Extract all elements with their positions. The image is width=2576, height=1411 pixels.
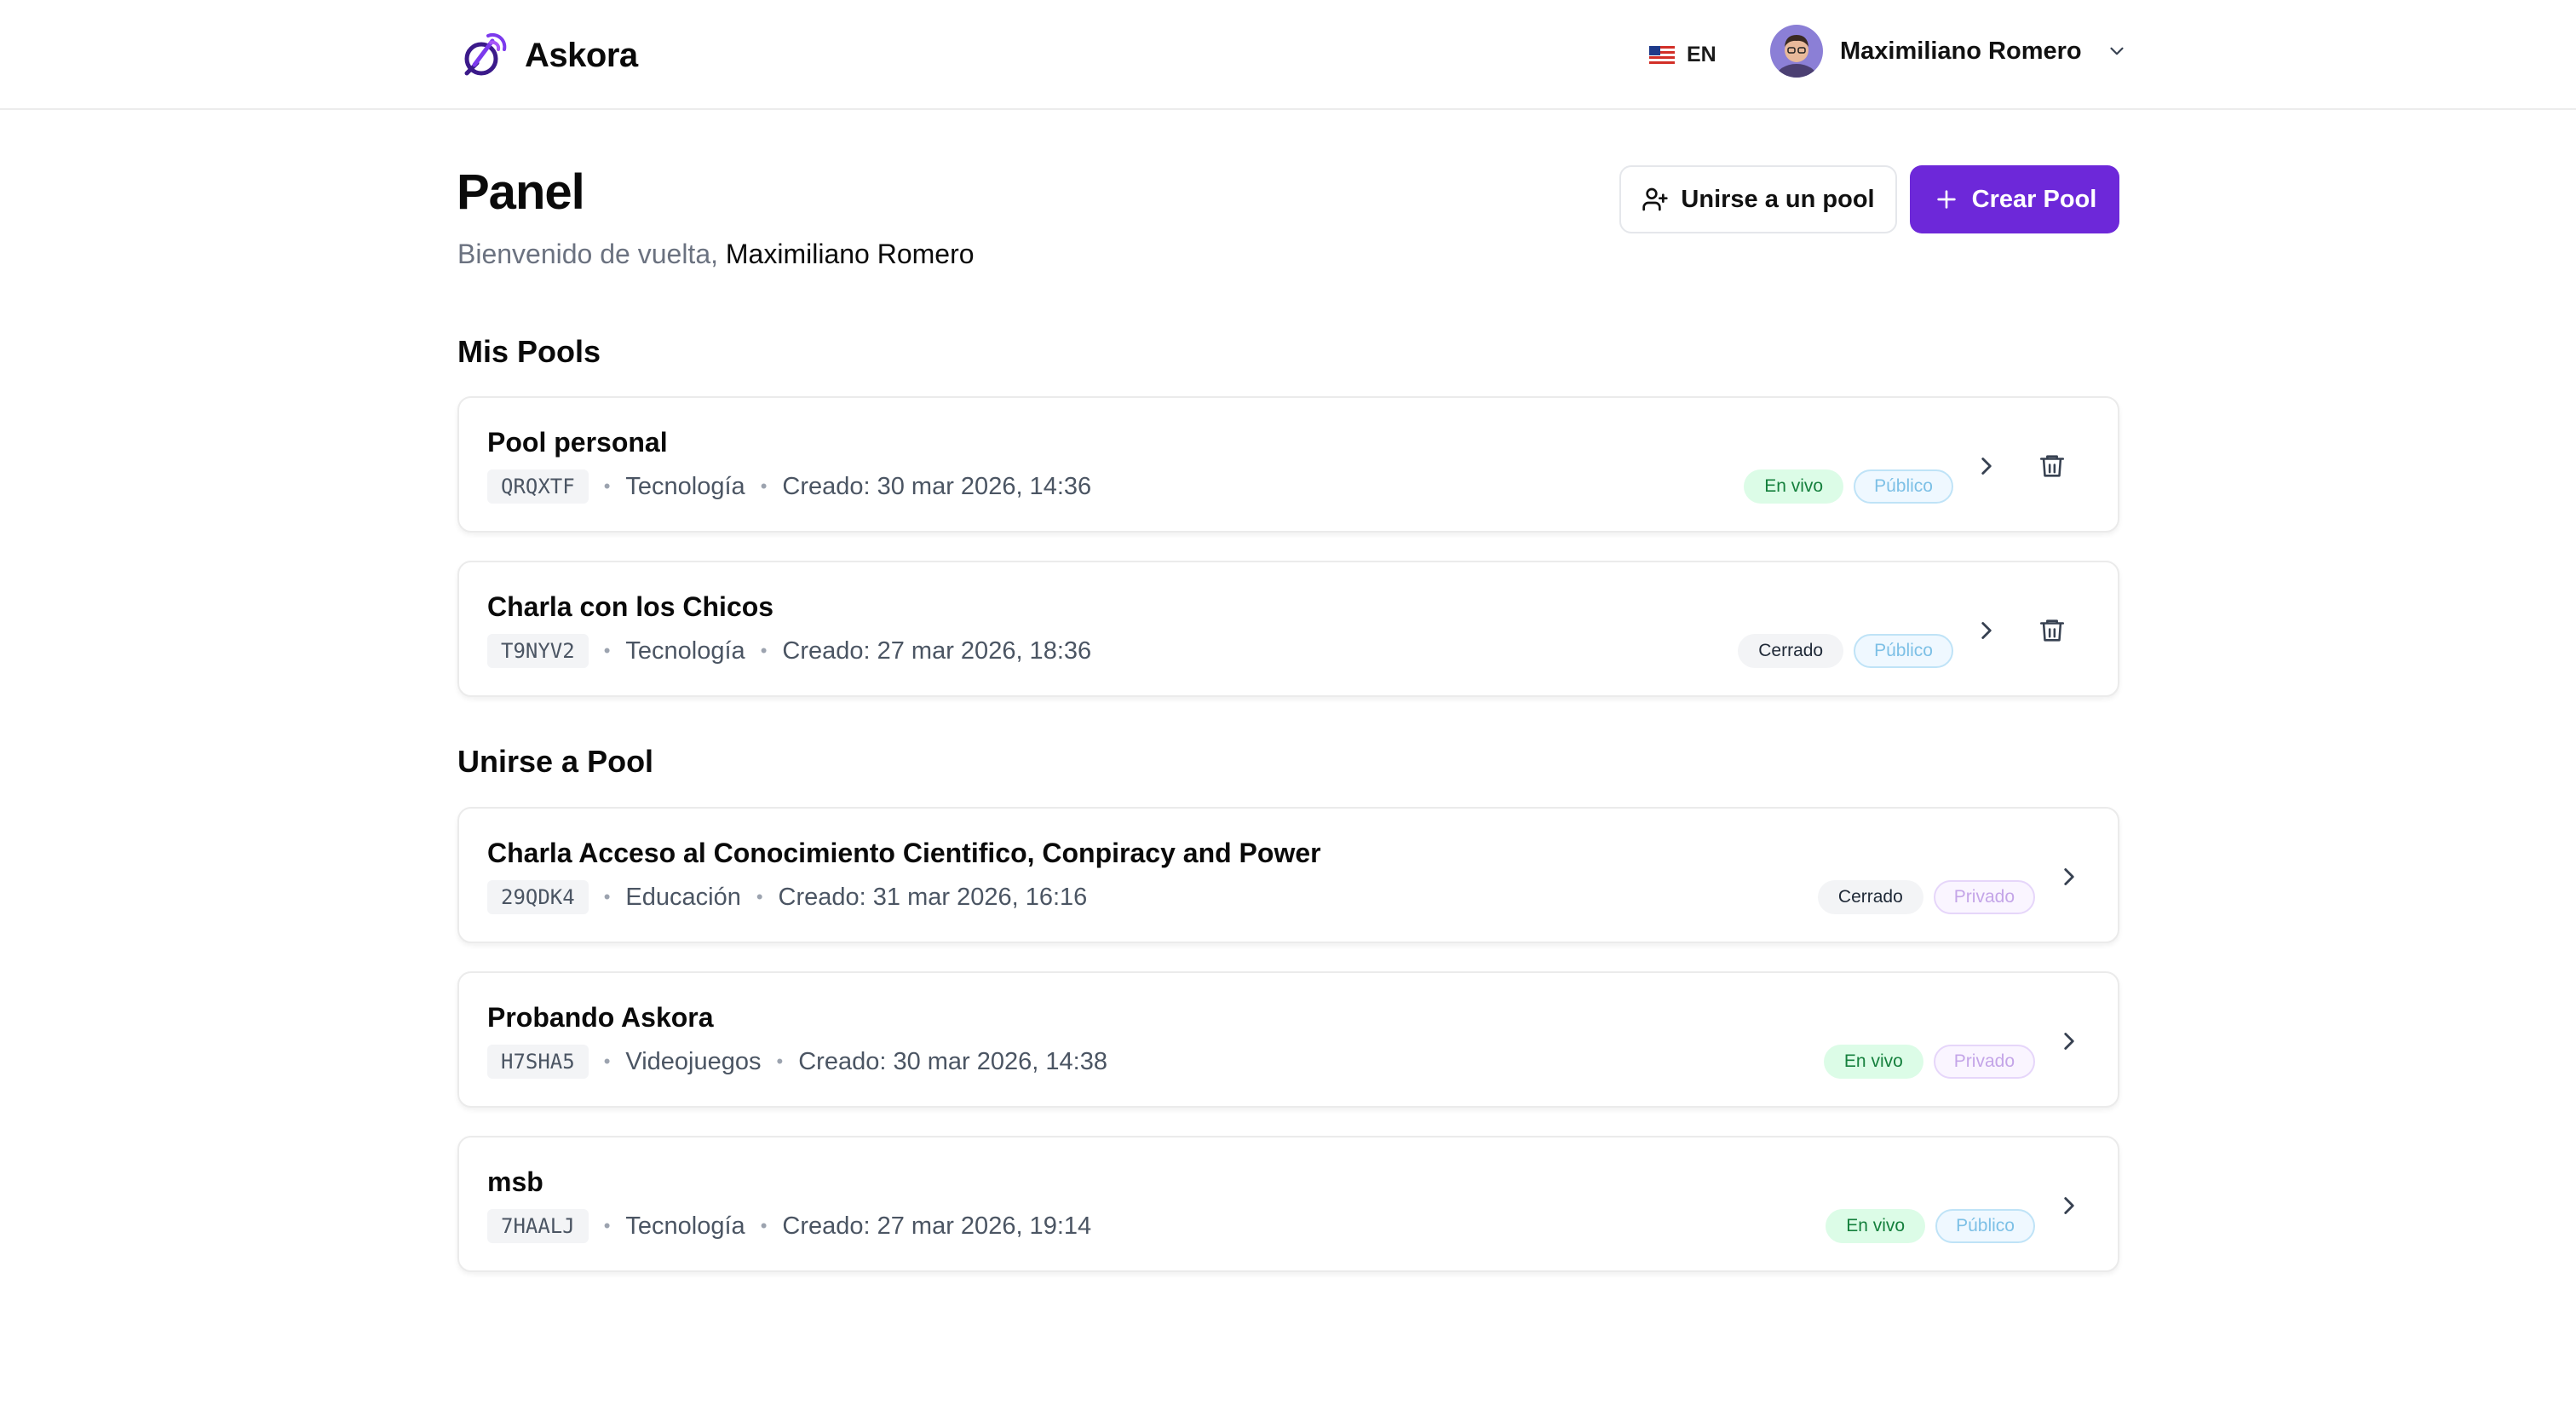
pool-card[interactable]: Charla Acceso al Conocimiento Cientifico…	[457, 807, 2119, 943]
pool-badges: Cerrado Público	[1738, 634, 1953, 668]
status-badge: Cerrado	[1738, 634, 1844, 668]
status-badge: En vivo	[1823, 1045, 1923, 1079]
separator-dot: •	[603, 1051, 611, 1072]
separator-dot: •	[603, 886, 611, 907]
separator-dot: •	[760, 640, 768, 661]
pool-created: Creado: 31 mar 2026, 16:16	[778, 883, 1088, 911]
pool-meta: QRQXTF • Tecnología • Creado: 30 mar 202…	[487, 469, 1091, 504]
pool-category: Tecnología	[625, 472, 745, 500]
pool-meta: T9NYV2 • Tecnología • Creado: 27 mar 202…	[487, 634, 1091, 668]
pool-card[interactable]: Pool personal QRQXTF • Tecnología • Crea…	[457, 396, 2119, 533]
chevron-right-icon	[2064, 1197, 2074, 1214]
pool-name: Probando Askora	[487, 1002, 714, 1033]
open-pool-button[interactable]	[2049, 1021, 2090, 1062]
pool-category: Educación	[625, 883, 741, 911]
avatar	[1770, 25, 1823, 78]
pool-created: Creado: 30 mar 2026, 14:38	[798, 1047, 1107, 1075]
open-pool-button[interactable]	[2049, 856, 2090, 897]
brand-name: Askora	[525, 36, 638, 74]
pool-created: Creado: 27 mar 2026, 18:36	[782, 636, 1092, 665]
visibility-badge: Público	[1854, 469, 1953, 504]
open-pool-button[interactable]	[2049, 1185, 2090, 1226]
pool-badges: Cerrado Privado	[1817, 880, 2035, 914]
separator-dot: •	[603, 475, 611, 497]
trash-icon	[2039, 455, 2065, 477]
join-pools-heading: Unirse a Pool	[457, 744, 654, 779]
pool-name: Pool personal	[487, 427, 668, 458]
user-menu[interactable]: Maximiliano Romero	[1770, 24, 2128, 78]
user-name: Maximiliano Romero	[1840, 37, 2082, 65]
pool-meta: 29QDK4 • Educación • Creado: 31 mar 2026…	[487, 880, 1087, 914]
askora-logo-icon	[464, 32, 507, 76]
pool-code: 7HAALJ	[487, 1209, 589, 1243]
pool-badges: En vivo Público	[1744, 469, 1953, 504]
separator-dot: •	[760, 1215, 768, 1236]
visibility-badge: Privado	[1933, 1045, 2035, 1079]
separator-dot: •	[776, 1051, 784, 1072]
pool-code: T9NYV2	[487, 634, 589, 668]
visibility-badge: Público	[1854, 634, 1953, 668]
pool-created: Creado: 30 mar 2026, 14:36	[782, 472, 1092, 500]
welcome-prefix: Bienvenido de vuelta,	[457, 239, 718, 269]
pool-badges: En vivo Público	[1826, 1209, 2035, 1243]
open-pool-button[interactable]	[1966, 446, 2007, 487]
delete-pool-button[interactable]	[2032, 446, 2073, 487]
status-badge: En vivo	[1826, 1209, 1926, 1243]
pool-name: Charla con los Chicos	[487, 591, 774, 622]
chevron-right-icon	[1981, 622, 1992, 639]
user-plus-icon	[1642, 187, 1669, 211]
join-pool-button-label: Unirse a un pool	[1681, 185, 1875, 213]
pool-created: Creado: 27 mar 2026, 19:14	[782, 1212, 1092, 1240]
join-pool-button[interactable]: Unirse a un pool	[1619, 165, 1897, 233]
visibility-badge: Privado	[1933, 880, 2035, 914]
plus-icon	[1936, 190, 1956, 209]
pool-name: Charla Acceso al Conocimiento Cientifico…	[487, 838, 1321, 868]
separator-dot: •	[760, 475, 768, 497]
page-title: Panel	[457, 164, 585, 220]
create-pool-button-label: Crear Pool	[1971, 185, 2097, 213]
pool-category: Tecnología	[625, 1212, 745, 1240]
pool-card[interactable]: Probando Askora H7SHA5 • Videojuegos • C…	[457, 971, 2119, 1108]
delete-pool-button[interactable]	[2032, 610, 2073, 651]
separator-dot: •	[756, 886, 763, 907]
language-selector[interactable]: EN	[1649, 37, 1716, 72]
status-badge: Cerrado	[1817, 880, 1923, 914]
trash-icon	[2039, 619, 2065, 642]
status-badge: En vivo	[1744, 469, 1844, 504]
pool-meta: 7HAALJ • Tecnología • Creado: 27 mar 202…	[487, 1209, 1091, 1243]
welcome-user-name: Maximiliano Romero	[725, 239, 975, 269]
my-pools-heading: Mis Pools	[457, 334, 601, 369]
language-code: EN	[1687, 42, 1716, 66]
create-pool-button[interactable]: Crear Pool	[1910, 165, 2119, 233]
top-navigation-bar: Askora EN Maximiliano Romero	[0, 0, 2576, 110]
chevron-down-icon	[2110, 47, 2124, 55]
pool-card[interactable]: Charla con los Chicos T9NYV2 • Tecnologí…	[457, 561, 2119, 697]
chevron-right-icon	[1981, 458, 1992, 475]
pool-badges: En vivo Privado	[1823, 1045, 2035, 1079]
pool-category: Videojuegos	[625, 1047, 762, 1075]
separator-dot: •	[603, 640, 611, 661]
pool-meta: H7SHA5 • Videojuegos • Creado: 30 mar 20…	[487, 1045, 1107, 1079]
pool-name: msb	[487, 1166, 543, 1197]
pool-code: 29QDK4	[487, 880, 589, 914]
separator-dot: •	[603, 1215, 611, 1236]
chevron-right-icon	[2064, 868, 2074, 885]
pool-card[interactable]: msb 7HAALJ • Tecnología • Creado: 27 mar…	[457, 1136, 2119, 1272]
brand[interactable]: Askora	[460, 29, 638, 82]
visibility-badge: Público	[1935, 1209, 2035, 1243]
open-pool-button[interactable]	[1966, 610, 2007, 651]
pool-code: QRQXTF	[487, 469, 589, 504]
welcome-message: Bienvenido de vuelta, Maximiliano Romero	[457, 239, 975, 270]
chevron-right-icon	[2064, 1033, 2074, 1050]
pool-category: Tecnología	[625, 636, 745, 665]
pool-code: H7SHA5	[487, 1045, 589, 1079]
us-flag-icon	[1649, 45, 1675, 64]
